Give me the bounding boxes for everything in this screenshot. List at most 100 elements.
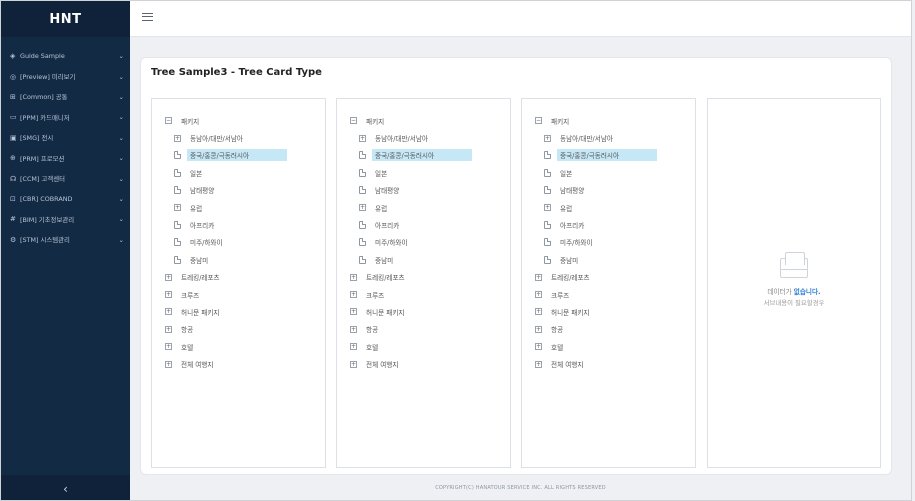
tree-node-label: 트레킹/레포츠: [551, 274, 590, 283]
collapse-icon[interactable]: −: [165, 117, 172, 125]
sidebar-item[interactable]: ▣ [SMG] 전시 ⌄: [1, 128, 130, 148]
menu-toggle-icon[interactable]: [142, 13, 153, 23]
chevron-left-icon: ‹: [63, 481, 68, 496]
tree-node[interactable]: + 허니문 패키지: [152, 303, 325, 320]
expand-icon[interactable]: +: [165, 360, 172, 368]
tree-node[interactable]: + 크루즈: [337, 286, 510, 303]
expand-icon[interactable]: +: [165, 273, 172, 281]
file-icon: [359, 186, 366, 195]
expand-icon[interactable]: +: [535, 325, 542, 333]
tree-node[interactable]: + 허니문 패키지: [337, 303, 510, 320]
sidebar-item[interactable]: ⚙ [STM] 시스템관리 ⌄: [1, 230, 130, 250]
expand-icon[interactable]: +: [544, 134, 551, 142]
tree-node[interactable]: 미주/하와이: [337, 234, 510, 251]
tree-node[interactable]: + 항공: [152, 321, 325, 338]
tree-node[interactable]: + 전체 여행지: [152, 355, 325, 372]
tree-node[interactable]: + 동남아/대만/서남아: [522, 129, 695, 146]
tree-node[interactable]: 중남미: [522, 251, 695, 268]
tree-node[interactable]: 아프리카: [152, 216, 325, 233]
tree-node[interactable]: 남태평양: [337, 182, 510, 199]
tree-node[interactable]: − 패키지: [522, 112, 695, 129]
sidebar-item[interactable]: ◎ [Preview] 미리보기 ⌄: [1, 66, 130, 86]
tree-node[interactable]: + 허니문 패키지: [522, 303, 695, 320]
tree-node[interactable]: 일본: [152, 164, 325, 181]
tree-node[interactable]: 남태평양: [522, 182, 695, 199]
tree-node[interactable]: 아프리카: [522, 216, 695, 233]
tree-node[interactable]: + 크루즈: [152, 286, 325, 303]
sidebar-item[interactable]: ◈ Guide Sample ⌄: [1, 46, 130, 66]
copyright-footer: COPYRIGHT(C) HANATOUR SERVICE INC. ALL R…: [435, 485, 606, 491]
tree-node[interactable]: + 트레킹/레포츠: [337, 269, 510, 286]
sidebar-item[interactable]: ⊕ [PRM] 프로모션 ⌄: [1, 148, 130, 168]
expand-icon[interactable]: +: [535, 273, 542, 281]
sidebar-item-label: [BIM] 기초정보관리: [20, 215, 75, 224]
collapse-icon[interactable]: −: [350, 117, 357, 125]
tree-panel-2: − 패키지 + 동남아/대만/서남아 중국/홍콩/극동러시아 일본 남태평양 + 유럽 아프리카 미…: [336, 98, 511, 468]
sidebar-item-label: [SMG] 전시: [20, 134, 54, 143]
expand-icon[interactable]: +: [544, 204, 551, 212]
sidebar-item[interactable]: # [BIM] 기초정보관리 ⌄: [1, 209, 130, 229]
sidebar-item[interactable]: ⊡ [CBR] COBRAND ⌄: [1, 189, 130, 209]
tree-node[interactable]: 중국/홍콩/극동러시아: [522, 147, 695, 164]
tree-node[interactable]: + 전체 여행지: [522, 355, 695, 372]
expand-icon[interactable]: +: [535, 308, 542, 316]
tree-node[interactable]: 남태평양: [152, 182, 325, 199]
brand-logo[interactable]: HNT: [1, 1, 130, 37]
tree-node[interactable]: + 항공: [522, 321, 695, 338]
tree-node[interactable]: + 호텔: [337, 338, 510, 355]
tree: − 패키지 + 동남아/대만/서남아 중국/홍콩/극동러시아 일본 남태평양 + 유럽 아프리카 미…: [337, 99, 510, 373]
tree-node[interactable]: 일본: [522, 164, 695, 181]
expand-icon[interactable]: +: [165, 343, 172, 351]
tree-node-label: 패키지: [551, 117, 570, 126]
tree-node[interactable]: 중남미: [152, 251, 325, 268]
expand-icon[interactable]: +: [174, 134, 181, 142]
expand-icon[interactable]: +: [165, 291, 172, 299]
expand-icon[interactable]: +: [350, 291, 357, 299]
tree-node[interactable]: − 패키지: [337, 112, 510, 129]
tree-node[interactable]: + 크루즈: [522, 286, 695, 303]
tree-node[interactable]: 중국/홍콩/극동러시아: [152, 147, 325, 164]
collapse-icon[interactable]: −: [535, 117, 542, 125]
tree-node[interactable]: + 동남아/대만/서남아: [337, 129, 510, 146]
tree-node[interactable]: 미주/하와이: [152, 234, 325, 251]
tree-node[interactable]: + 유럽: [522, 199, 695, 216]
expand-icon[interactable]: +: [174, 204, 181, 212]
tree-node-label: 남태평양: [560, 187, 585, 196]
sidebar-item-label: [CBR] COBRAND: [20, 194, 73, 203]
sidebar-item[interactable]: ⊞ [Common] 공통 ⌄: [1, 87, 130, 107]
expand-icon[interactable]: +: [535, 291, 542, 299]
sidebar-menu: ◈ Guide Sample ⌄ ◎ [Preview] 미리보기 ⌄ ⊞ [Common] …: [1, 37, 130, 250]
tree-node[interactable]: + 항공: [337, 321, 510, 338]
tree-node[interactable]: + 트레킹/레포츠: [522, 269, 695, 286]
tree-node[interactable]: + 유럽: [152, 199, 325, 216]
expand-icon[interactable]: +: [535, 343, 542, 351]
sidebar-collapse-button[interactable]: ‹: [1, 475, 130, 500]
tree-node[interactable]: 미주/하와이: [522, 234, 695, 251]
expand-icon[interactable]: +: [350, 343, 357, 351]
tree-node[interactable]: + 트레킹/레포츠: [152, 269, 325, 286]
expand-icon[interactable]: +: [359, 134, 366, 142]
tree-node[interactable]: + 전체 여행지: [337, 355, 510, 372]
tree-node[interactable]: + 호텔: [152, 338, 325, 355]
expand-icon[interactable]: +: [350, 325, 357, 333]
expand-icon[interactable]: +: [535, 360, 542, 368]
menu-icon: ◎: [10, 72, 17, 81]
expand-icon[interactable]: +: [165, 325, 172, 333]
tree-node[interactable]: − 패키지: [152, 112, 325, 129]
expand-icon[interactable]: +: [359, 204, 366, 212]
sidebar-item-label: [Common] 공통: [20, 93, 68, 102]
file-icon: [544, 238, 551, 247]
expand-icon[interactable]: +: [350, 308, 357, 316]
expand-icon[interactable]: +: [350, 360, 357, 368]
tree-node[interactable]: 중국/홍콩/극동러시아: [337, 147, 510, 164]
sidebar-item[interactable]: ▭ [PPM] 카드매니저 ⌄: [1, 107, 130, 127]
expand-icon[interactable]: +: [165, 308, 172, 316]
tree-node[interactable]: + 유럽: [337, 199, 510, 216]
tree-node[interactable]: + 호텔: [522, 338, 695, 355]
tree-node[interactable]: 중남미: [337, 251, 510, 268]
tree-node[interactable]: + 동남아/대만/서남아: [152, 129, 325, 146]
tree-node[interactable]: 아프리카: [337, 216, 510, 233]
tree-node[interactable]: 일본: [337, 164, 510, 181]
expand-icon[interactable]: +: [350, 273, 357, 281]
sidebar-item[interactable]: ☊ [CCM] 고객센터 ⌄: [1, 168, 130, 188]
